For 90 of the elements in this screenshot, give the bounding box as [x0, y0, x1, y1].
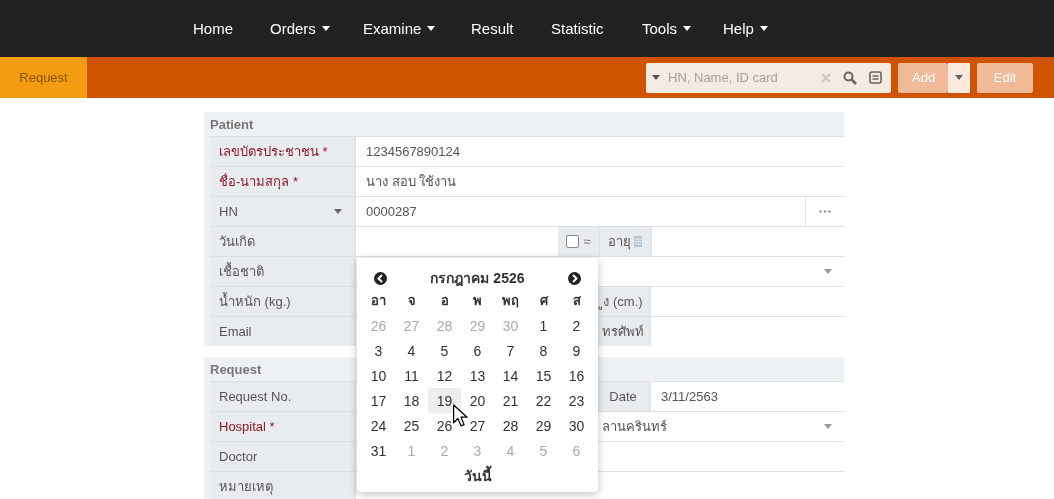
weekday-label: พ: [472, 292, 483, 310]
cursor-icon: [453, 404, 469, 428]
field-label: ชื่อ-นามสกุล *: [210, 167, 355, 196]
field-label: Email: [210, 317, 355, 346]
caret-icon: [427, 26, 436, 31]
approx-label: ≈: [583, 234, 591, 249]
calendar-day[interactable]: 19: [428, 388, 461, 413]
caret-icon: [955, 75, 963, 80]
calendar-day[interactable]: 20: [461, 388, 494, 413]
calendar-day[interactable]: 13: [461, 363, 494, 388]
month-title: กรกฎาคม 2526: [430, 269, 525, 289]
calendar-day[interactable]: 24: [362, 413, 395, 438]
checkbox[interactable]: [566, 235, 580, 248]
calendar-day[interactable]: 12: [428, 363, 461, 388]
calendar-day[interactable]: 18: [395, 388, 428, 413]
calendar-day[interactable]: 6: [461, 338, 494, 363]
section-title: Patient: [210, 116, 254, 132]
next-icon[interactable]: [568, 271, 581, 285]
caret-icon: [334, 209, 342, 214]
caret-icon: [321, 26, 330, 31]
caret-icon: [824, 424, 832, 429]
ellipsis-icon: [819, 210, 831, 213]
calendar-day[interactable]: 2: [560, 313, 593, 338]
calendar-day[interactable]: 29: [527, 413, 560, 438]
field-label: ทรศัพท์: [596, 317, 650, 346]
caret-icon: [759, 26, 768, 31]
nav-menu-item[interactable]: Help: [723, 20, 768, 37]
weekday-label: ส: [571, 292, 582, 310]
field-label: น้ำหนัก (kg.): [210, 287, 355, 316]
nav-menu-item[interactable]: Statistic: [551, 20, 604, 37]
field-label: เชื้อชาติ: [210, 257, 355, 286]
calendar-day[interactable]: 15: [527, 363, 560, 388]
calendar-day[interactable]: 31: [362, 438, 395, 463]
nav-menu-item[interactable]: Home: [193, 20, 233, 37]
calendar-day[interactable]: 3: [362, 338, 395, 363]
caret-icon: [652, 75, 660, 80]
calendar-day[interactable]: 4: [395, 338, 428, 363]
input-field[interactable]: นาง สอบ ใช้งาน: [355, 167, 844, 196]
calendar-day[interactable]: 1: [527, 313, 560, 338]
calendar-day[interactable]: 17: [362, 388, 395, 413]
calendar-day[interactable]: 28: [494, 413, 527, 438]
field-label: เลขบัตรประชาชน *: [210, 137, 355, 166]
input-field[interactable]: 0000287: [355, 197, 805, 226]
id-card-icon[interactable]: [869, 71, 882, 84]
field-label: ูง (cm.): [596, 287, 650, 316]
dropdown-toggle[interactable]: [948, 62, 970, 93]
calendar-day[interactable]: 21: [494, 388, 527, 413]
input-field[interactable]: [355, 227, 558, 256]
calendar-day[interactable]: 22: [527, 388, 560, 413]
nav-menu-item[interactable]: Tools: [642, 20, 692, 37]
calendar-day[interactable]: 9: [560, 338, 593, 363]
previous-icon[interactable]: [374, 271, 387, 285]
input-field[interactable]: [651, 227, 844, 256]
search-field[interactable]: HN, Name, ID card: [666, 69, 815, 86]
caret-icon: [683, 26, 692, 31]
section-title: Request: [210, 361, 262, 377]
search-box[interactable]: HN, Name, ID card: [646, 62, 891, 93]
calendar-day[interactable]: 5: [428, 338, 461, 363]
caret-icon: [824, 269, 832, 274]
weekday-label: พฤ: [501, 292, 520, 310]
weekday-label: อา: [370, 292, 387, 310]
calculator-icon: [634, 236, 642, 247]
weekday-label: อ: [439, 292, 450, 310]
field-label: Hospital *: [210, 412, 355, 441]
calendar-day[interactable]: 23: [560, 388, 593, 413]
field-select[interactable]: HN: [210, 197, 355, 226]
nav-menu-item[interactable]: Result: [471, 20, 514, 37]
nav-menu-item[interactable]: Examine: [363, 20, 436, 37]
weekday-label: ศ: [538, 292, 550, 310]
search-icon[interactable]: [843, 70, 857, 85]
input-field[interactable]: 1234567890124: [355, 137, 844, 166]
weekday-label: จ: [406, 292, 417, 310]
today-button[interactable]: วันนี้: [459, 466, 496, 486]
field-label: Date: [596, 382, 650, 411]
calendar-day[interactable]: 11: [395, 363, 428, 388]
input-field[interactable]: [650, 287, 844, 316]
calendar-day[interactable]: 25: [395, 413, 428, 438]
field-label: Doctor: [210, 442, 355, 471]
field-label: Request No.: [210, 382, 355, 411]
calendar-day[interactable]: 7: [494, 338, 527, 363]
input-field[interactable]: 3/11/2563: [650, 382, 844, 411]
field-label: อายุ: [608, 233, 631, 252]
calendar-day[interactable]: 8: [527, 338, 560, 363]
field-label: วันเกิด: [210, 227, 355, 256]
calendar-day[interactable]: 14: [494, 363, 527, 388]
nav-menu-item[interactable]: Orders: [270, 20, 330, 37]
field-label: หมายเหตุ: [210, 472, 355, 499]
calendar-day[interactable]: 10: [362, 363, 395, 388]
calendar-day[interactable]: 30: [560, 413, 593, 438]
calendar-day[interactable]: 16: [560, 363, 593, 388]
